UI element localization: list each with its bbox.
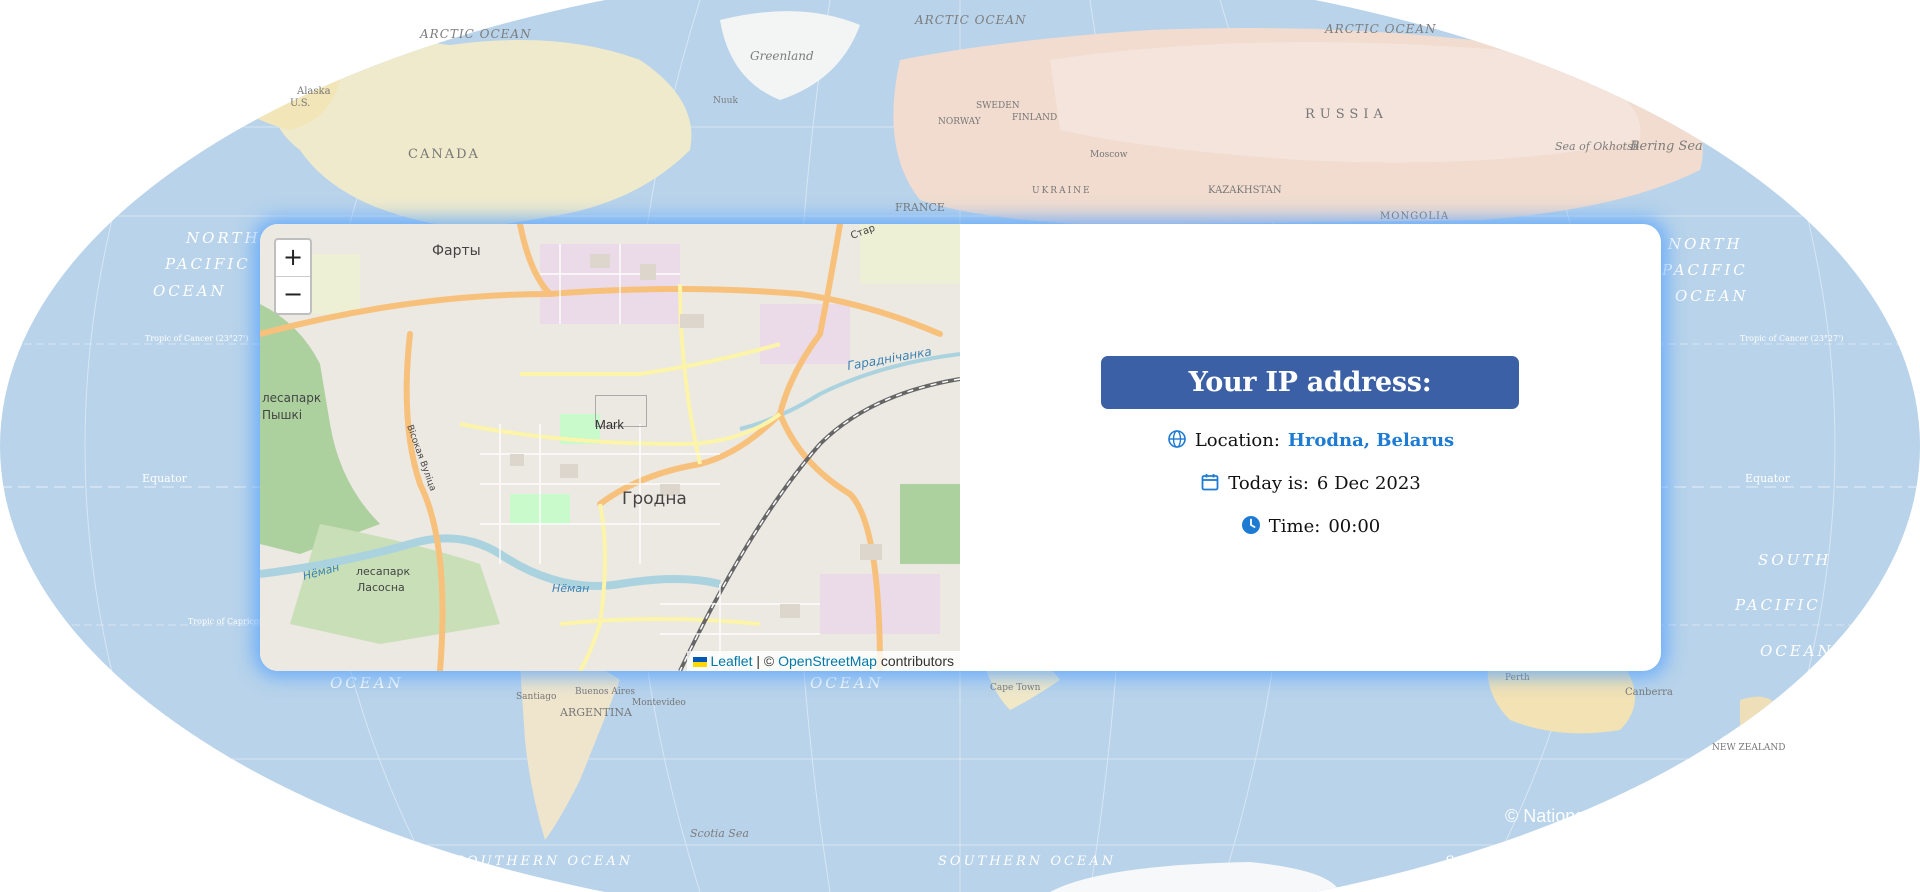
ukraine-flag-icon	[693, 657, 708, 667]
location-value[interactable]: Hrodna, Belarus	[1288, 430, 1454, 451]
calendar-icon	[1201, 474, 1219, 491]
label-greenland: Greenland	[750, 49, 814, 63]
label-south-pacific-2: PACIFIC	[1734, 596, 1821, 614]
osm-link[interactable]: OpenStreetMap	[778, 653, 877, 669]
label-alaska-us: U.S.	[290, 98, 310, 109]
label-southern-ocean-1: SOUTHERN OCEAN	[455, 854, 633, 869]
globe-icon	[1168, 430, 1186, 448]
label-equator-left: Equator	[142, 472, 188, 485]
label-arctic-ocean-2: ARCTIC OCEAN	[914, 13, 1027, 27]
label-scotia-sea: Scotia Sea	[690, 827, 749, 840]
location-row: Location: Hrodna, Belarus	[960, 429, 1661, 451]
ip-info-panel: Your IP address: 37.212.94.34 Location: H…	[960, 224, 1661, 671]
label-ocean-bottom-1: OCEAN	[330, 674, 404, 692]
time-value: 00:00	[1328, 516, 1381, 537]
label-arctic-ocean-1: ARCTIC OCEAN	[419, 27, 532, 41]
label-ukraine: UKRAINE	[1032, 186, 1092, 196]
time-row: Time: 00:00	[960, 515, 1661, 537]
label-france: FRANCE	[895, 201, 945, 214]
label-cape-town: Cape Town	[990, 683, 1041, 693]
park	[900, 484, 960, 564]
label-nuuk: Nuuk	[713, 96, 738, 106]
label-north-pacific-right-2: PACIFIC	[1661, 261, 1748, 279]
date-row: Today is: 6 Dec 2023	[960, 472, 1661, 494]
label-mongolia: MONGOLIA	[1380, 211, 1449, 222]
label-buenos-aires: Buenos Aires	[575, 687, 635, 697]
label-norway: NORWAY	[938, 117, 982, 127]
label-argentina: ARGENTINA	[559, 706, 633, 719]
label-sweden: SWEDEN	[976, 101, 1020, 111]
label-montevideo: Montevideo	[632, 698, 686, 708]
label-moscow: Moscow	[1090, 150, 1128, 160]
label-kazakhstan: KAZAKHSTAN	[1208, 185, 1282, 196]
label-north-pacific-right-1: NORTH	[1667, 235, 1743, 253]
map-label-lasosna-2: Ласосна	[357, 581, 405, 594]
label-canberra: Canberra	[1625, 687, 1673, 698]
map-label-lesapark-1: лесапарк	[262, 391, 321, 405]
ip-address-heading: Your IP address: 37.212.94.34	[1101, 356, 1519, 451]
label-santiago: Santiago	[516, 692, 556, 702]
marker-label: Mark	[595, 417, 624, 432]
label-canada: CANADA	[408, 147, 480, 162]
label-south-pacific-3: OCEAN	[1760, 642, 1834, 660]
label-north-pacific-2: PACIFIC	[164, 255, 251, 273]
map-label-lasosna-1: лесапарк	[356, 565, 411, 578]
label-north-pacific-right-3: OCEAN	[1675, 287, 1749, 305]
map-label-hrodna: Гродна	[622, 489, 687, 509]
label-tropic-capricorn: Tropic of Capricorn	[188, 617, 268, 626]
label-perth: Perth	[1505, 673, 1530, 683]
time-label: Time:	[1268, 516, 1321, 537]
leaflet-map[interactable]: Фарты Гродна лесапарк Пышкі лесапарк Лас…	[260, 224, 960, 671]
map-credit: © Nations Online Project	[1505, 806, 1703, 826]
label-equator-right: Equator	[1745, 472, 1791, 485]
zoom-in-button[interactable]: +	[276, 240, 310, 276]
map-label-lesapark-2: Пышкі	[262, 408, 302, 422]
zoom-out-button[interactable]: −	[276, 276, 310, 313]
location-label: Location:	[1194, 430, 1280, 451]
map-tiles[interactable]: Фарты Гродна лесапарк Пышкі лесапарк Лас…	[260, 224, 960, 671]
leaflet-link[interactable]: Leaflet	[710, 653, 752, 669]
map-label-nioman-2: Нёман	[552, 582, 589, 595]
label-north-pacific-1: NORTH	[185, 229, 261, 247]
label-southern-ocean-3: SOUTHERN OCEAN	[1445, 854, 1623, 869]
label-russia: RUSSIA	[1305, 107, 1388, 122]
label-alaska: Alaska	[296, 86, 331, 97]
label-north-pacific-3: OCEAN	[153, 282, 227, 300]
label-southern-ocean-2: SOUTHERN OCEAN	[938, 854, 1116, 869]
date-value: 6 Dec 2023	[1316, 473, 1421, 494]
zoom-control: + −	[274, 238, 312, 315]
attribution-suffix: contributors	[876, 653, 954, 669]
label-tropic-cancer-left: Tropic of Cancer (23°27')	[145, 334, 248, 343]
label-finland: FINLAND	[1012, 113, 1057, 123]
map-attribution: Leaflet | © OpenStreetMap contributors	[687, 651, 960, 671]
ip-info-card: Фарты Гродна лесапарк Пышкі лесапарк Лас…	[260, 224, 1661, 671]
map-marker[interactable]: Mark	[595, 395, 647, 433]
date-label: Today is:	[1228, 473, 1309, 494]
label-south-pacific-1: SOUTH	[1758, 551, 1831, 569]
attribution-separator: | ©	[752, 653, 779, 669]
clock-icon	[1241, 516, 1260, 534]
label-sea-of-okhotsk: Sea of Okhotsk	[1555, 140, 1640, 153]
label-tropic-cancer-right: Tropic of Cancer (23°27')	[1740, 334, 1843, 343]
label-ocean-bottom-2: OCEAN	[810, 674, 884, 692]
label-arctic-ocean-3: ARCTIC OCEAN	[1324, 22, 1437, 36]
label-new-zealand: NEW ZEALAND	[1712, 743, 1785, 753]
map-label-farty: Фарты	[432, 243, 481, 259]
label-bering-sea: Bering Sea	[1629, 139, 1703, 154]
